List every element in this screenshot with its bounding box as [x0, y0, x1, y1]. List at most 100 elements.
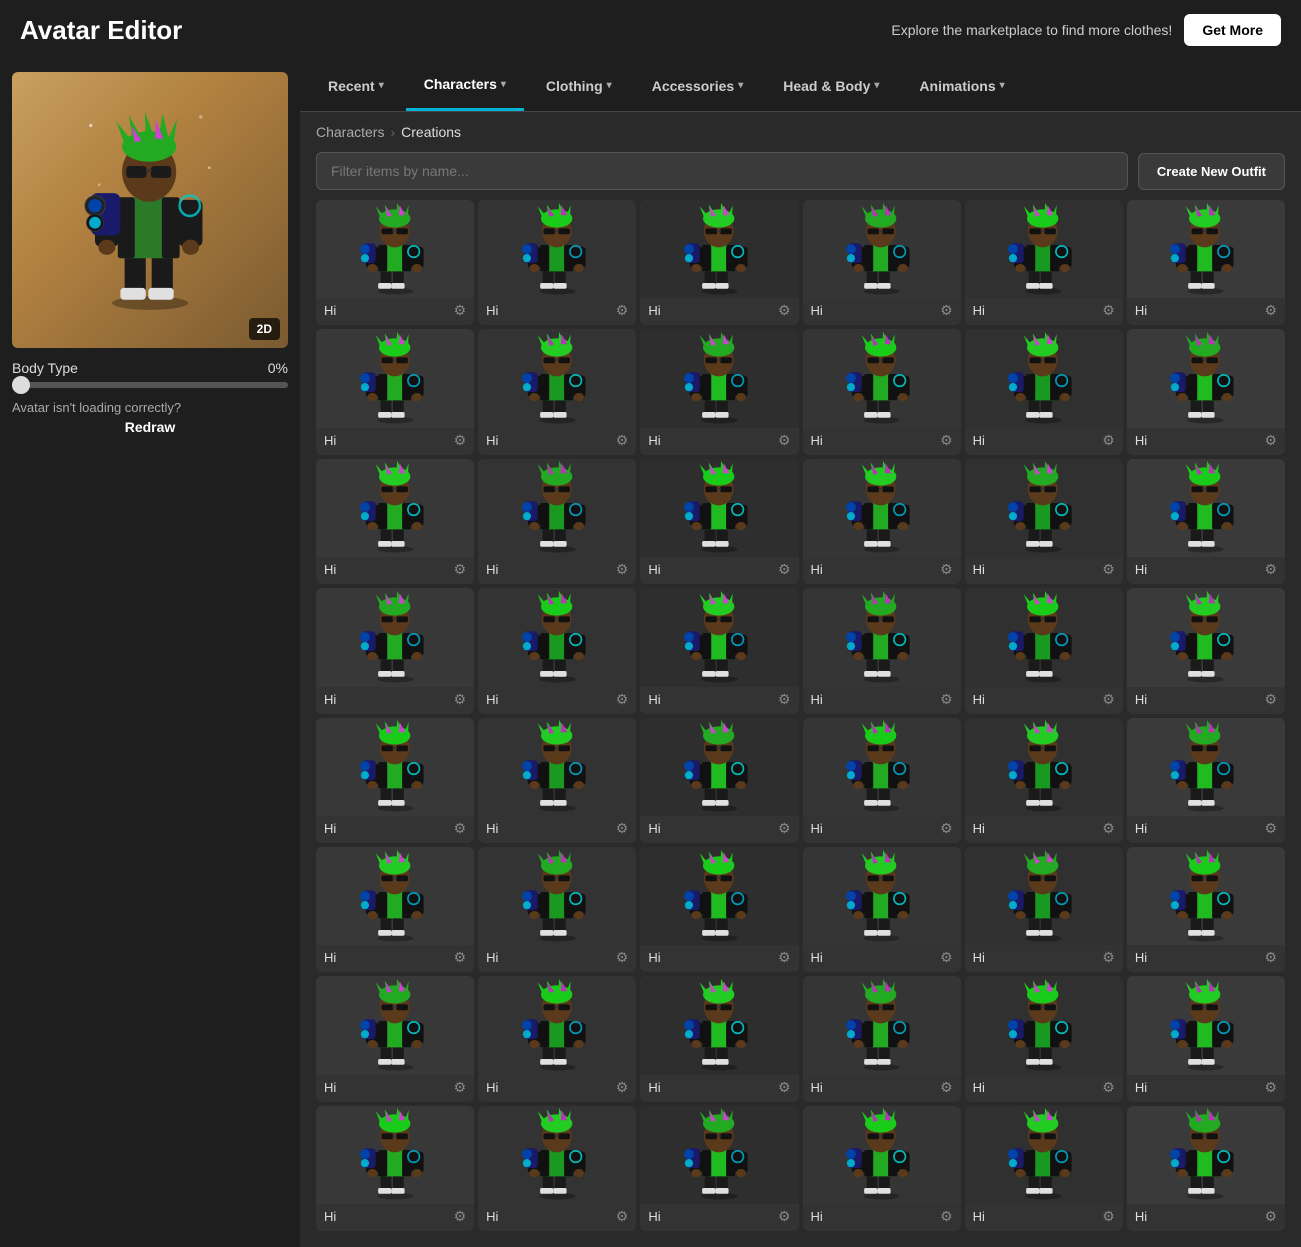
outfit-card[interactable]: Hi ⚙: [640, 329, 798, 454]
filter-input[interactable]: [316, 152, 1128, 190]
gear-icon[interactable]: ⚙: [1102, 1208, 1115, 1225]
outfit-card[interactable]: Hi ⚙: [1127, 200, 1285, 325]
body-type-slider-thumb[interactable]: [12, 376, 30, 394]
outfit-card[interactable]: Hi ⚙: [803, 200, 961, 325]
gear-icon[interactable]: ⚙: [1264, 1079, 1277, 1096]
outfit-card[interactable]: Hi ⚙: [965, 588, 1123, 713]
gear-icon[interactable]: ⚙: [454, 1208, 467, 1225]
gear-icon[interactable]: ⚙: [616, 561, 629, 578]
outfit-card[interactable]: Hi ⚙: [316, 588, 474, 713]
gear-icon[interactable]: ⚙: [1264, 1208, 1277, 1225]
outfit-card[interactable]: Hi ⚙: [965, 200, 1123, 325]
breadcrumb-characters[interactable]: Characters: [316, 124, 384, 140]
outfit-card[interactable]: Hi ⚙: [478, 976, 636, 1101]
gear-icon[interactable]: ⚙: [454, 561, 467, 578]
outfit-card[interactable]: Hi ⚙: [1127, 847, 1285, 972]
gear-icon[interactable]: ⚙: [1102, 820, 1115, 837]
outfit-card[interactable]: Hi ⚙: [1127, 329, 1285, 454]
gear-icon[interactable]: ⚙: [1264, 691, 1277, 708]
gear-icon[interactable]: ⚙: [940, 1208, 953, 1225]
outfit-card[interactable]: Hi ⚙: [478, 1106, 636, 1231]
body-type-slider-track[interactable]: [12, 382, 288, 388]
outfit-card[interactable]: Hi ⚙: [640, 200, 798, 325]
outfit-card[interactable]: Hi ⚙: [803, 1106, 961, 1231]
outfit-card[interactable]: Hi ⚙: [803, 718, 961, 843]
gear-icon[interactable]: ⚙: [940, 691, 953, 708]
outfit-card[interactable]: Hi ⚙: [1127, 1106, 1285, 1231]
outfit-card[interactable]: Hi ⚙: [640, 588, 798, 713]
outfit-card[interactable]: Hi ⚙: [478, 200, 636, 325]
outfit-card[interactable]: Hi ⚙: [803, 329, 961, 454]
outfit-card[interactable]: Hi ⚙: [1127, 588, 1285, 713]
outfit-card[interactable]: Hi ⚙: [316, 718, 474, 843]
outfit-card[interactable]: Hi ⚙: [640, 1106, 798, 1231]
outfit-card[interactable]: Hi ⚙: [803, 847, 961, 972]
gear-icon[interactable]: ⚙: [616, 1208, 629, 1225]
outfit-card[interactable]: Hi ⚙: [478, 718, 636, 843]
gear-icon[interactable]: ⚙: [778, 820, 791, 837]
outfit-card[interactable]: Hi ⚙: [316, 329, 474, 454]
outfit-card[interactable]: Hi ⚙: [803, 588, 961, 713]
tab-clothing[interactable]: Clothing ▾: [528, 62, 630, 110]
gear-icon[interactable]: ⚙: [1102, 432, 1115, 449]
gear-icon[interactable]: ⚙: [1102, 302, 1115, 319]
gear-icon[interactable]: ⚙: [1102, 1079, 1115, 1096]
outfit-card[interactable]: Hi ⚙: [965, 847, 1123, 972]
outfit-card[interactable]: Hi ⚙: [640, 718, 798, 843]
gear-icon[interactable]: ⚙: [1102, 691, 1115, 708]
tab-animations[interactable]: Animations ▾: [901, 62, 1022, 110]
outfit-card[interactable]: Hi ⚙: [965, 329, 1123, 454]
outfit-card[interactable]: Hi ⚙: [1127, 976, 1285, 1101]
outfit-card[interactable]: Hi ⚙: [640, 459, 798, 584]
gear-icon[interactable]: ⚙: [454, 432, 467, 449]
outfit-card[interactable]: Hi ⚙: [478, 588, 636, 713]
outfit-card[interactable]: Hi ⚙: [1127, 718, 1285, 843]
tab-characters[interactable]: Characters ▾: [406, 60, 524, 111]
gear-icon[interactable]: ⚙: [1264, 820, 1277, 837]
gear-icon[interactable]: ⚙: [940, 302, 953, 319]
redraw-link[interactable]: Redraw: [12, 419, 288, 435]
tab-accessories[interactable]: Accessories ▾: [634, 62, 762, 110]
gear-icon[interactable]: ⚙: [1264, 432, 1277, 449]
gear-icon[interactable]: ⚙: [616, 1079, 629, 1096]
gear-icon[interactable]: ⚙: [1102, 949, 1115, 966]
gear-icon[interactable]: ⚙: [778, 302, 791, 319]
gear-icon[interactable]: ⚙: [1264, 949, 1277, 966]
gear-icon[interactable]: ⚙: [940, 432, 953, 449]
outfit-card[interactable]: Hi ⚙: [965, 718, 1123, 843]
gear-icon[interactable]: ⚙: [1264, 561, 1277, 578]
outfit-card[interactable]: Hi ⚙: [478, 847, 636, 972]
gear-icon[interactable]: ⚙: [616, 302, 629, 319]
outfit-card[interactable]: Hi ⚙: [640, 847, 798, 972]
gear-icon[interactable]: ⚙: [778, 949, 791, 966]
outfit-card[interactable]: Hi ⚙: [478, 459, 636, 584]
gear-icon[interactable]: ⚙: [454, 302, 467, 319]
outfit-card[interactable]: Hi ⚙: [965, 1106, 1123, 1231]
outfit-card[interactable]: Hi ⚙: [478, 329, 636, 454]
gear-icon[interactable]: ⚙: [454, 949, 467, 966]
gear-icon[interactable]: ⚙: [616, 432, 629, 449]
outfit-card[interactable]: Hi ⚙: [965, 459, 1123, 584]
gear-icon[interactable]: ⚙: [940, 949, 953, 966]
outfit-card[interactable]: Hi ⚙: [803, 976, 961, 1101]
gear-icon[interactable]: ⚙: [616, 691, 629, 708]
tab-head-body[interactable]: Head & Body ▾: [765, 62, 897, 110]
tab-recent[interactable]: Recent ▾: [310, 62, 402, 110]
outfit-card[interactable]: Hi ⚙: [965, 976, 1123, 1101]
gear-icon[interactable]: ⚙: [778, 1208, 791, 1225]
create-outfit-button[interactable]: Create New Outfit: [1138, 153, 1285, 190]
get-more-button[interactable]: Get More: [1184, 14, 1281, 46]
gear-icon[interactable]: ⚙: [778, 691, 791, 708]
gear-icon[interactable]: ⚙: [616, 820, 629, 837]
outfit-card[interactable]: Hi ⚙: [1127, 459, 1285, 584]
gear-icon[interactable]: ⚙: [778, 432, 791, 449]
gear-icon[interactable]: ⚙: [778, 561, 791, 578]
gear-icon[interactable]: ⚙: [778, 1079, 791, 1096]
gear-icon[interactable]: ⚙: [1102, 561, 1115, 578]
gear-icon[interactable]: ⚙: [454, 820, 467, 837]
gear-icon[interactable]: ⚙: [454, 1079, 467, 1096]
gear-icon[interactable]: ⚙: [1264, 302, 1277, 319]
outfit-card[interactable]: Hi ⚙: [316, 200, 474, 325]
outfit-card[interactable]: Hi ⚙: [316, 459, 474, 584]
gear-icon[interactable]: ⚙: [940, 561, 953, 578]
